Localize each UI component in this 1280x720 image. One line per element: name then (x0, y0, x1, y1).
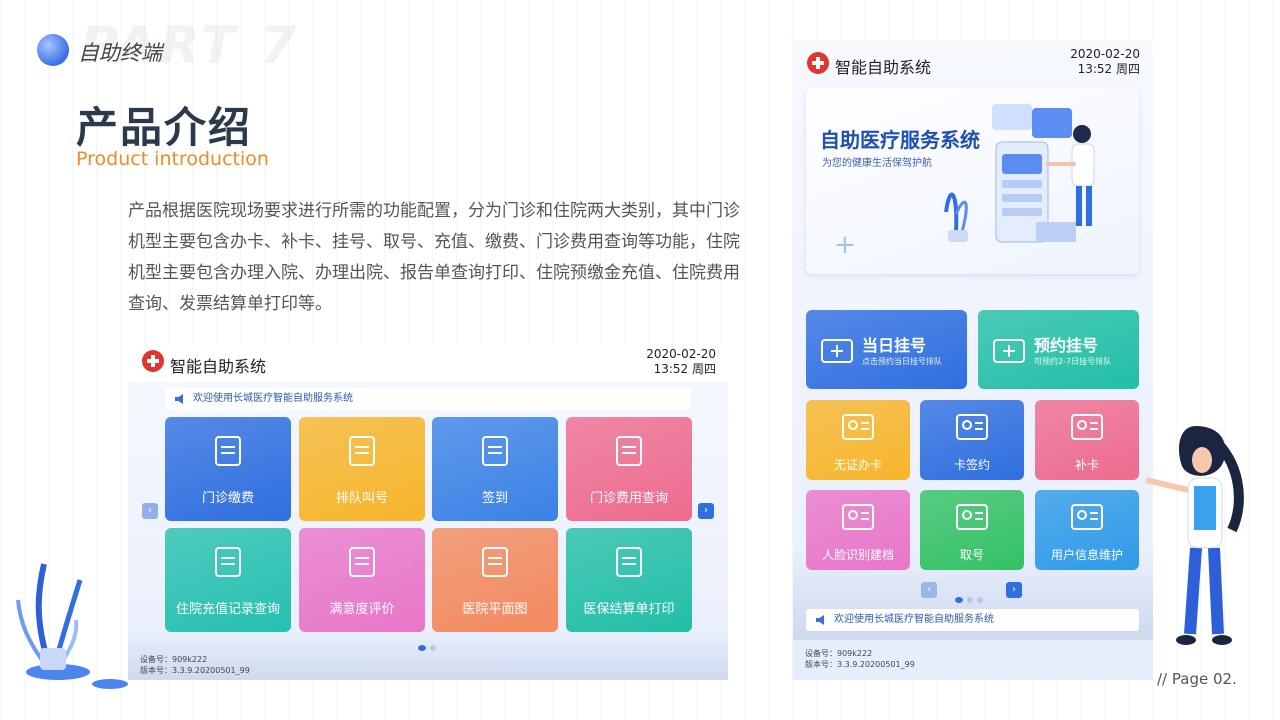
hand-tap-icon (477, 433, 513, 469)
menu-tile-label: 签到 (481, 491, 508, 506)
page-title: 产品介绍 (76, 103, 253, 152)
medkit-icon (820, 334, 854, 364)
page-indicator (418, 636, 440, 655)
kiosk-date: 2020-02-20 (1070, 47, 1140, 61)
menu-tile-label: 排队叫号 (335, 491, 388, 506)
card-check-icon (955, 412, 989, 442)
kiosk-datetime: 2020-02-20 13:52 周四 (646, 347, 716, 377)
menu-tile-label: 无证办卡 (833, 458, 882, 472)
kiosk-brand: 智能自助系统 (835, 58, 932, 77)
big-tile-subtitle: 点击预约当日挂号排队 (862, 357, 942, 366)
hospital-cross-icon (142, 350, 164, 372)
menu-tile[interactable]: 排队叫号 (299, 417, 425, 521)
section-label: 自助终端 (78, 41, 162, 65)
big-tile-title: 预约挂号 (1034, 336, 1099, 355)
menu-tile[interactable]: 用户信息维护 (1035, 490, 1139, 570)
big-tile-subtitle: 可预约2-7日挂号排队 (1034, 357, 1112, 366)
menu-tile[interactable]: 无证办卡 (806, 400, 910, 480)
intro-paragraph: 产品根据医院现场要求进行所需的功能配置，分为门诊和住院两大类别，其中门诊机型主要… (128, 201, 740, 314)
menu-tile-label: 门诊费用查询 (589, 491, 668, 506)
menu-tile[interactable]: 卡签约 (920, 400, 1024, 480)
menu-tile-label: 补卡 (1074, 458, 1099, 472)
kiosk-portrait-screen: 智能自助系统 2020-02-20 13:52 周四 自助医疗服务系统 为您的健… (793, 40, 1153, 680)
hero-subtitle: 为您的健康生活保驾护航 (822, 158, 932, 169)
big-menu-tile[interactable]: 预约挂号可预约2-7日挂号排队 (978, 310, 1139, 389)
kiosk-header: 智能自助系统 2020-02-20 13:52 周四 (128, 344, 728, 382)
menu-tile-label: 医保结算单打印 (583, 602, 675, 617)
plus-icon: + (834, 230, 856, 260)
welcome-text: 欢迎使用长城医疗智能自助服务系统 (193, 393, 353, 404)
menu-tile[interactable]: 医院平面图 (432, 528, 558, 632)
prev-page-button[interactable]: ‹ (142, 503, 158, 519)
menu-tile[interactable]: 门诊缴费 (165, 417, 291, 521)
version-number: 版本号：3.3.9.20200501_99 (140, 666, 250, 675)
page-dot (430, 645, 436, 651)
printer-icon (611, 544, 647, 580)
version-number: 版本号：3.3.9.20200501_99 (805, 660, 915, 669)
page-indicator (955, 588, 987, 607)
section-dot-icon (37, 34, 69, 66)
page-dot-active (955, 597, 963, 603)
menu-tile-label: 卡签约 (953, 458, 990, 472)
menu-tile[interactable]: 签到 (432, 417, 558, 521)
plant-illustration (16, 563, 128, 689)
menu-tile[interactable]: 医保结算单打印 (566, 528, 692, 632)
menu-tile-label: 取号 (959, 548, 984, 562)
smile-doc-icon (344, 544, 380, 580)
kiosk-time: 13:52 周四 (653, 362, 716, 376)
next-page-button[interactable]: › (1006, 582, 1022, 598)
document-search-icon (611, 433, 647, 469)
kiosk-date: 2020-02-20 (646, 347, 716, 361)
menu-tile[interactable]: 住院充值记录查询 (165, 528, 291, 632)
prev-page-button[interactable]: ‹ (921, 582, 937, 598)
menu-tile-label: 满意度评价 (329, 602, 395, 617)
hospital-cross-icon (807, 52, 829, 74)
kiosk-footer: 设备号：909k222 版本号：3.3.9.20200501_99 (805, 648, 915, 670)
id-card-icon (841, 412, 875, 442)
face-scan-icon (841, 502, 875, 532)
page-subtitle: Product introduction (76, 148, 269, 170)
menu-tile[interactable]: 满意度评价 (299, 528, 425, 632)
clock-number-icon (955, 502, 989, 532)
menu-tile-label: 住院充值记录查询 (175, 602, 280, 617)
menu-tile-label: 门诊缴费 (201, 491, 254, 506)
hero-card: 自助医疗服务系统 为您的健康生活保驾护航 + (806, 88, 1139, 274)
welcome-banner: 欢迎使用长城医疗智能自助服务系统 (165, 388, 691, 410)
user-edit-icon (1070, 502, 1104, 532)
menu-tile[interactable]: 人脸识别建档 (806, 490, 910, 570)
menu-tile-label: 医院平面图 (462, 602, 528, 617)
device-number: 设备号：909k222 (805, 649, 873, 658)
receipt-icon (210, 433, 246, 469)
page-number: // Page 02. (1157, 670, 1237, 688)
card-add-icon (1070, 412, 1104, 442)
kiosk-brand: 智能自助系统 (170, 357, 267, 376)
welcome-text: 欢迎使用长城医疗智能自助服务系统 (834, 614, 994, 625)
kiosk-datetime: 2020-02-20 13:52 周四 (1070, 47, 1140, 77)
welcome-banner: 欢迎使用长城医疗智能自助服务系统 (806, 609, 1139, 631)
calendar-icon (992, 334, 1026, 364)
page-dot (977, 597, 983, 603)
big-menu-tile[interactable]: 当日挂号点击预约当日挂号排队 (806, 310, 967, 389)
map-pin-icon (477, 544, 513, 580)
kiosk-footer: 设备号：909k222 版本号：3.3.9.20200501_99 (140, 654, 250, 676)
device-number: 设备号：909k222 (140, 655, 208, 664)
menu-tile[interactable]: 门诊费用查询 (566, 417, 692, 521)
menu-tile-label: 人脸识别建档 (821, 548, 894, 562)
page-dot (967, 597, 973, 603)
big-tile-title: 当日挂号 (862, 336, 927, 355)
next-page-button[interactable]: › (698, 503, 714, 519)
kiosk-landscape-screen: 智能自助系统 2020-02-20 13:52 周四 欢迎使用长城医疗智能自助服… (128, 344, 728, 680)
page-dot-active (418, 645, 426, 651)
doctor-figure-illustration (1145, 426, 1244, 645)
kiosk-time: 13:52 周四 (1077, 62, 1140, 76)
menu-tile-label: 用户信息维护 (1050, 548, 1123, 562)
speaker-icon (175, 394, 183, 404)
menu-tile[interactable]: 补卡 (1035, 400, 1139, 480)
queue-icon (344, 433, 380, 469)
yuan-search-icon (210, 544, 246, 580)
doctor-phone-illustration (944, 104, 1095, 243)
menu-tile[interactable]: 取号 (920, 490, 1024, 570)
speaker-icon (816, 615, 824, 625)
